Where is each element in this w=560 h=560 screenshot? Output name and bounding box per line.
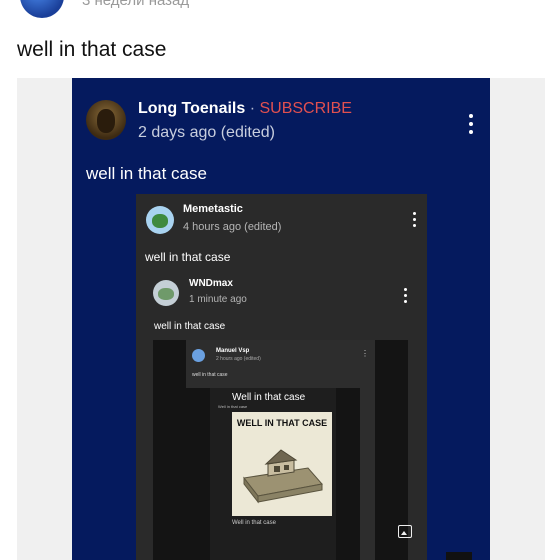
meme-image: WELL IN THAT CASE xyxy=(232,412,332,516)
level4-author: Manuel Vsp xyxy=(216,348,250,354)
level4-body-text: well in that case xyxy=(192,372,228,378)
author-avatar[interactable] xyxy=(86,100,126,140)
screen: 3 недели назад well in that case Long To… xyxy=(0,0,560,560)
more-options-icon[interactable] xyxy=(468,114,474,138)
separator-dot: · xyxy=(245,100,260,117)
level4-avatar xyxy=(192,349,205,362)
level3-more-icon xyxy=(402,288,408,306)
author-name[interactable]: Long Toenails xyxy=(138,100,245,117)
inner-body-text: well in that case xyxy=(145,250,231,264)
level3-body-text: well in that case xyxy=(154,321,226,332)
meme-title: WELL IN THAT CASE xyxy=(236,418,328,428)
inner-author: Memetastic xyxy=(183,203,243,215)
letterbox-left xyxy=(153,340,186,560)
level3-author: WNDmax xyxy=(189,278,233,289)
card-timestamp: 2 days ago (edited) xyxy=(138,124,275,141)
level5-letterbox-right xyxy=(336,388,360,560)
level4-more-icon: ⋮ xyxy=(361,349,369,358)
level5-caption: Well in that case xyxy=(232,392,306,403)
card-body-text: well in that case xyxy=(86,164,207,183)
level5-screenshot: Well in that case Well in that case WELL… xyxy=(210,388,336,560)
card-header: Long Toenails · SUBSCRIBE xyxy=(138,100,352,118)
level5-letterbox-left xyxy=(186,388,210,560)
level5-tiny-text: Well in that case xyxy=(218,404,248,409)
level3-timestamp: 1 minute ago xyxy=(189,294,247,305)
level3-avatar xyxy=(153,280,179,306)
inner-more-icon xyxy=(411,212,417,230)
nested-screenshot: Memetastic 4 hours ago (edited) well in … xyxy=(136,194,427,560)
comment-text: well in that case xyxy=(17,38,167,61)
edge-element xyxy=(446,552,472,560)
level4-timestamp: 2 hours ago (edited) xyxy=(216,356,261,362)
channel-avatar[interactable] xyxy=(20,0,64,18)
post-timestamp: 3 недели назад xyxy=(82,0,190,9)
inner-timestamp: 4 hours ago (edited) xyxy=(183,221,282,233)
level4-screenshot: Manuel Vsp 2 hours ago (edited) ⋮ well i… xyxy=(186,340,375,560)
screenshot-card[interactable]: Long Toenails · SUBSCRIBE 2 days ago (ed… xyxy=(72,78,490,560)
subscribe-button[interactable]: SUBSCRIBE xyxy=(259,100,351,117)
image-icon xyxy=(398,525,412,538)
level5-bottom-text: Well in that case xyxy=(232,520,276,526)
inner-avatar xyxy=(146,206,174,234)
suitcase-house-illustration xyxy=(243,449,323,504)
